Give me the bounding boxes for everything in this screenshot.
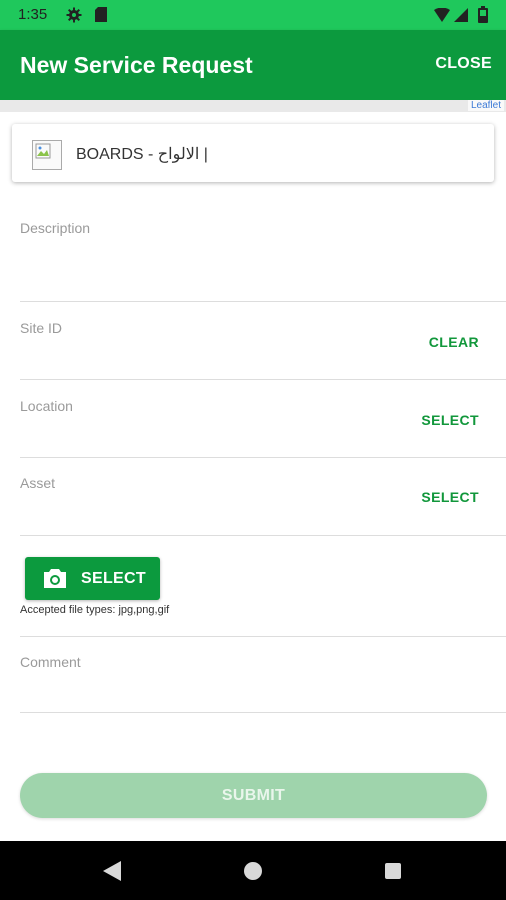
category-card[interactable]: BOARDS - الالواح | (12, 124, 494, 182)
site-id-label: Site ID (20, 320, 63, 336)
location-field: Location SELECT (20, 398, 506, 458)
description-field[interactable]: Description (20, 220, 506, 302)
battery-icon (478, 6, 488, 23)
wifi-icon (434, 8, 450, 22)
comment-label: Comment (20, 654, 81, 670)
status-time: 1:35 (18, 6, 48, 23)
app-bar: New Service Request CLOSE (0, 30, 506, 100)
location-select-button[interactable]: SELECT (421, 412, 479, 428)
divider (20, 636, 506, 637)
page-title: New Service Request (20, 52, 253, 78)
accepted-file-types: Accepted file types: jpg,png,gif (20, 604, 170, 616)
gear-icon (66, 7, 82, 23)
status-bar: 1:35 (0, 0, 506, 30)
asset-select-button[interactable]: SELECT (421, 489, 479, 505)
home-icon[interactable] (244, 862, 262, 880)
back-icon[interactable] (103, 861, 121, 881)
description-label: Description (20, 220, 91, 236)
category-label: BOARDS - الالواح | (76, 146, 208, 163)
system-nav-bar (0, 841, 506, 900)
map-attribution-link[interactable]: Leaflet (467, 100, 504, 111)
photo-select-label: SELECT (81, 570, 146, 587)
submit-button[interactable]: SUBMIT (20, 773, 487, 818)
photo-select-button[interactable]: SELECT (25, 557, 160, 600)
site-id-clear-button[interactable]: CLEAR (429, 334, 479, 350)
broken-image-icon (32, 140, 62, 170)
signal-icon (454, 8, 468, 22)
submit-label: SUBMIT (221, 787, 286, 804)
asset-field: Asset SELECT (20, 475, 506, 536)
comment-field[interactable]: Comment (20, 654, 506, 713)
site-id-field: Site ID CLEAR (20, 320, 506, 380)
close-button[interactable]: CLOSE (435, 55, 492, 73)
camera-icon (44, 569, 66, 588)
map-area[interactable] (0, 100, 506, 112)
asset-label: Asset (20, 475, 56, 491)
sd-card-icon (95, 7, 107, 22)
recents-icon[interactable] (385, 863, 401, 879)
location-label: Location (20, 398, 73, 414)
